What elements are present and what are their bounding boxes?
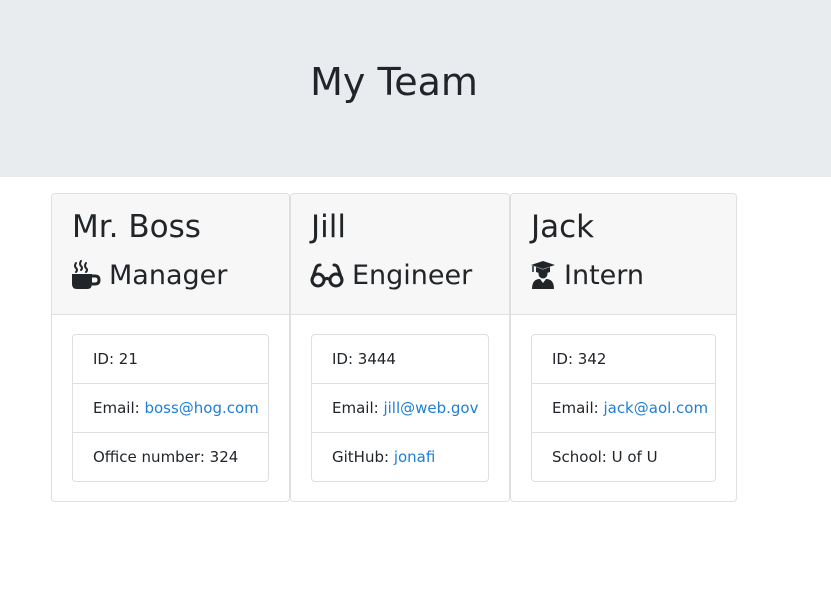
card-header: Jill Engineer <box>291 194 509 315</box>
id-label: ID: <box>552 350 578 368</box>
employee-role: Engineer <box>310 255 472 295</box>
employee-card-intern: Jack Intern ID: 342 Email: jack@aol.com … <box>510 193 737 502</box>
employee-name: Jill <box>311 209 346 245</box>
id-label: ID: <box>332 350 358 368</box>
office-number-label: Office number: <box>93 448 210 466</box>
list-item-office-number: Office number: 324 <box>73 432 268 481</box>
school-value: U of U <box>611 448 658 466</box>
email-label: Email: <box>332 399 384 417</box>
list-item-email: Email: jack@aol.com <box>532 383 715 432</box>
employee-details-list: ID: 342 Email: jack@aol.com School: U of… <box>531 334 716 482</box>
card-header: Jack Intern <box>511 194 736 315</box>
employee-name: Mr. Boss <box>72 209 201 245</box>
glasses-icon <box>310 260 344 290</box>
role-label: Intern <box>564 259 645 291</box>
list-item-id: ID: 21 <box>73 335 268 383</box>
coffee-mug-icon <box>71 260 101 290</box>
id-label: ID: <box>93 350 119 368</box>
list-item-id: ID: 3444 <box>312 335 488 383</box>
employee-details-list: ID: 21 Email: boss@hog.com Office number… <box>72 334 269 482</box>
email-link[interactable]: jill@web.gov <box>383 399 478 417</box>
email-link[interactable]: jack@aol.com <box>603 399 708 417</box>
employee-role: Manager <box>71 255 227 295</box>
email-label: Email: <box>93 399 145 417</box>
id-value: 3444 <box>357 350 396 368</box>
employee-card-engineer: Jill Engineer ID: 3444 Email: jill@web.g… <box>290 193 510 502</box>
github-label: GitHub: <box>332 448 394 466</box>
employee-card-manager: Mr. Boss Manager ID: 21 Email: boss@hog.… <box>51 193 290 502</box>
header-jumbotron: My Team <box>0 0 831 177</box>
email-label: Email: <box>552 399 604 417</box>
school-label: School: <box>552 448 612 466</box>
graduate-icon <box>530 260 556 290</box>
office-number-value: 324 <box>209 448 239 466</box>
id-value: 342 <box>577 350 607 368</box>
card-header: Mr. Boss Manager <box>52 194 289 315</box>
employee-name: Jack <box>531 209 595 245</box>
github-link[interactable]: jonafi <box>394 448 436 466</box>
employee-details-list: ID: 3444 Email: jill@web.gov GitHub: jon… <box>311 334 489 482</box>
page-title: My Team <box>310 60 478 104</box>
role-label: Manager <box>109 259 228 291</box>
id-value: 21 <box>118 350 138 368</box>
role-label: Engineer <box>352 259 473 291</box>
list-item-id: ID: 342 <box>532 335 715 383</box>
email-link[interactable]: boss@hog.com <box>144 399 258 417</box>
list-item-github: GitHub: jonafi <box>312 432 488 481</box>
employee-role: Intern <box>530 255 644 295</box>
list-item-email: Email: boss@hog.com <box>73 383 268 432</box>
list-item-school: School: U of U <box>532 432 715 481</box>
list-item-email: Email: jill@web.gov <box>312 383 488 432</box>
